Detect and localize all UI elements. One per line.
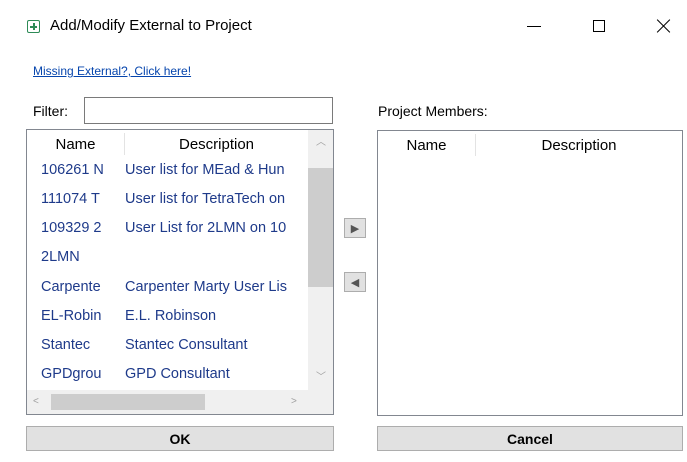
minimize-icon — [527, 25, 541, 27]
row-description: User list for MEad & Hun — [125, 162, 285, 178]
row-name: Stantec — [41, 337, 91, 353]
row-description: Stantec Consultant — [125, 337, 248, 353]
row-name: 106261 N — [41, 162, 104, 178]
row-description: GPD Consultant — [125, 366, 230, 382]
row-description: User List for 2LMN on 10 — [125, 220, 287, 236]
row-description: Carpenter Marty User Lis — [125, 279, 287, 295]
minimize-button[interactable] — [519, 14, 549, 38]
vertical-scroll-thumb[interactable] — [308, 168, 333, 287]
list-row[interactable]: 111074 T User list for TetraTech on — [27, 187, 307, 216]
list-row[interactable]: EL-Robin E.L. Robinson — [27, 304, 307, 333]
ok-button[interactable]: OK — [26, 426, 334, 451]
list-row[interactable]: Stantec Stantec Consultant — [27, 333, 307, 362]
window-title: Add/Modify External to Project — [50, 17, 252, 34]
row-name: 111074 T — [41, 191, 100, 207]
scroll-left-icon[interactable]: < — [33, 397, 39, 407]
list-row[interactable]: 106261 N User list for MEad & Hun — [27, 158, 307, 187]
row-description: E.L. Robinson — [125, 308, 217, 324]
arrow-right-icon: ▶ — [350, 222, 360, 235]
horizontal-scrollbar[interactable]: < > — [27, 390, 308, 414]
row-name: EL-Robin — [41, 308, 102, 324]
list-row[interactable]: 2LMN — [27, 245, 307, 274]
column-header-description[interactable]: Description — [125, 130, 308, 158]
title-bar: Add/Modify External to Project — [0, 0, 687, 58]
vertical-scrollbar[interactable]: ︿ ﹀ — [308, 130, 333, 392]
close-icon — [656, 19, 670, 33]
available-externals-list[interactable]: Name Description 106261 N User list for … — [26, 129, 334, 415]
maximize-icon — [593, 20, 605, 32]
row-name: 109329 2 — [41, 220, 102, 236]
cancel-button[interactable]: Cancel — [377, 426, 683, 451]
column-header-name[interactable]: Name — [378, 131, 475, 159]
project-members-list[interactable]: Name Description — [377, 130, 683, 416]
row-description: User list for TetraTech on — [125, 191, 286, 207]
list-row[interactable]: Carpente Carpenter Marty User Lis — [27, 275, 307, 304]
scroll-right-icon[interactable]: > — [291, 397, 297, 407]
remove-member-button[interactable]: ◀ — [344, 272, 366, 292]
horizontal-scroll-thumb[interactable] — [51, 394, 205, 410]
column-header-description[interactable]: Description — [476, 131, 682, 159]
scroll-up-icon[interactable]: ︿ — [316, 138, 326, 148]
list-row[interactable]: GPDgrou GPD Consultant — [27, 362, 307, 391]
row-name: Carpente — [41, 279, 101, 295]
scroll-down-icon[interactable]: ﹀ — [316, 373, 326, 383]
project-members-label: Project Members: — [378, 103, 488, 119]
filter-input[interactable] — [84, 97, 333, 124]
list-row[interactable]: 109329 2 User List for 2LMN on 10 — [27, 216, 307, 245]
maximize-button[interactable] — [584, 14, 614, 38]
missing-external-link[interactable]: Missing External?, Click here! — [33, 64, 191, 78]
column-header-name[interactable]: Name — [27, 130, 124, 158]
row-name: 2LMN — [41, 249, 80, 265]
add-member-button[interactable]: ▶ — [344, 218, 366, 238]
filter-label: Filter: — [33, 103, 68, 119]
plus-square-icon — [27, 20, 40, 33]
arrow-left-icon: ◀ — [350, 276, 360, 289]
close-button[interactable] — [648, 14, 678, 38]
scrollbar-corner — [308, 390, 333, 414]
row-name: GPDgrou — [41, 366, 102, 382]
